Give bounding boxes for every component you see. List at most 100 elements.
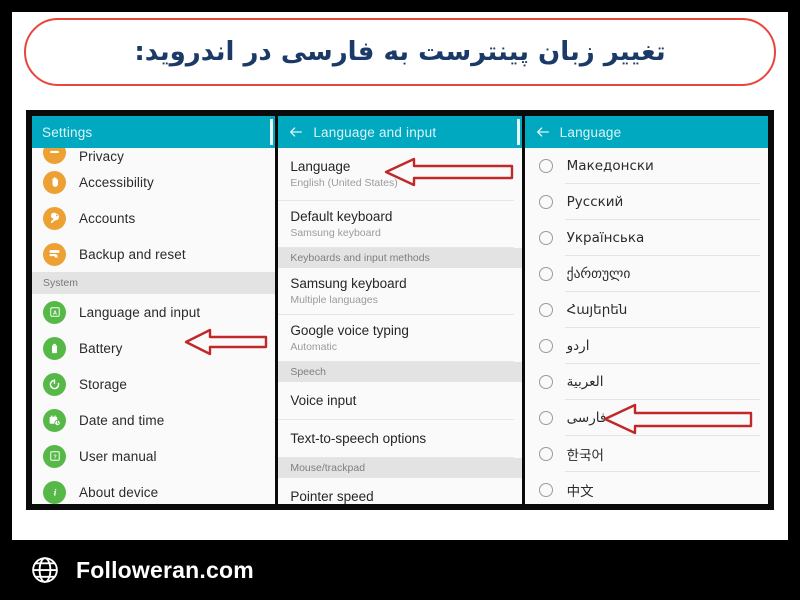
sidebar-item-label: About device — [79, 484, 159, 500]
settings-section-header: System — [32, 272, 276, 294]
sidebar-item-battery[interactable]: Battery — [32, 330, 275, 366]
radio-icon[interactable] — [538, 267, 553, 281]
language-option-armenian[interactable]: Հայերեն — [525, 292, 768, 328]
section-header-speech: Speech — [278, 362, 522, 382]
sidebar-item-label: Date and time — [79, 412, 165, 428]
title-banner: تغییر زبان پینترست به فارسی در اندروید: — [24, 18, 776, 86]
language-input-appbar-title: Language and input — [313, 124, 437, 140]
sidebar-item-language-and-input[interactable]: A Language and input — [32, 294, 275, 330]
language-option-ukrainska[interactable]: Українська — [525, 220, 768, 256]
section-header-mouse-trackpad: Mouse/trackpad — [278, 458, 522, 478]
radio-icon[interactable] — [538, 231, 553, 245]
radio-icon[interactable] — [538, 483, 553, 497]
list-item-default-keyboard[interactable]: Default keyboard Samsung keyboard — [278, 201, 514, 248]
language-option-georgian[interactable]: ქართული — [525, 256, 768, 292]
date-time-icon — [43, 408, 66, 432]
language-list[interactable]: Македонски Русский Українська ქართული Հա… — [524, 148, 768, 504]
accounts-key-icon — [43, 206, 66, 230]
svg-text:i: i — [53, 488, 56, 499]
battery-icon — [43, 336, 66, 360]
list-item-title: Samsung keyboard — [290, 276, 407, 291]
list-item-title: Pointer speed — [290, 489, 374, 504]
language-label: Македонски — [566, 158, 654, 174]
sidebar-item-label: Privacy — [79, 149, 124, 164]
radio-icon[interactable] — [538, 303, 553, 317]
sidebar-item-label: Language and input — [79, 304, 201, 320]
list-item-subtitle: Automatic — [290, 341, 338, 353]
sidebar-item-accessibility[interactable]: Accessibility — [32, 164, 275, 200]
scrollbar-indicator[interactable] — [270, 119, 274, 145]
phone-panel-language-list: Language Македонски Русский Українська ქ… — [524, 116, 768, 504]
language-option-urdu[interactable]: اردو — [525, 328, 768, 364]
list-item-voice-input[interactable]: Voice input — [278, 382, 514, 420]
language-label: Українська — [566, 230, 645, 246]
sidebar-item-date-and-time[interactable]: Date and time — [32, 402, 275, 438]
list-item-title: Voice input — [290, 393, 357, 408]
brand-name: Followeran.com — [76, 556, 254, 583]
list-item-title: Google voice typing — [290, 323, 409, 338]
radio-icon[interactable] — [538, 195, 553, 209]
language-label: اردو — [566, 338, 590, 354]
svg-text:?: ? — [53, 454, 57, 460]
sidebar-item-label: Backup and reset — [79, 246, 186, 262]
language-label: Հայերեն — [566, 302, 628, 318]
user-manual-icon: ? — [43, 444, 66, 468]
language-input-list[interactable]: Language English (United States) Default… — [278, 148, 522, 504]
page-title: تغییر زبان پینترست به فارسی در اندروید: — [134, 37, 666, 67]
language-label: ქართული — [566, 266, 631, 282]
language-label: Русский — [566, 194, 624, 210]
phone-panel-settings: Settings Privacy Accessibility Accounts … — [32, 116, 279, 504]
storage-icon — [43, 372, 66, 396]
globe-icon — [30, 555, 60, 585]
radio-icon[interactable] — [538, 375, 553, 389]
language-option-chinese[interactable]: 中文 — [525, 472, 768, 504]
language-label: فارسی — [566, 410, 607, 426]
language-option-makedonski[interactable]: Македонски — [525, 148, 768, 184]
list-item-google-voice-typing[interactable]: Google voice typing Automatic — [278, 315, 514, 362]
privacy-icon — [43, 148, 66, 164]
language-label: 中文 — [566, 484, 594, 500]
language-option-farsi[interactable]: فارسی — [525, 400, 768, 436]
list-item-text-to-speech-options[interactable]: Text-to-speech options — [278, 420, 514, 458]
settings-appbar: Settings — [32, 116, 276, 148]
radio-icon[interactable] — [538, 159, 553, 173]
screenshot-stage: تغییر زبان پینترست به فارسی در اندروید: … — [0, 0, 800, 600]
sidebar-item-label: Battery — [79, 340, 123, 356]
list-item-pointer-speed[interactable]: Pointer speed — [278, 478, 513, 504]
sidebar-item-label: Accessibility — [79, 174, 154, 190]
sidebar-item-accounts[interactable]: Accounts — [32, 200, 275, 236]
radio-icon[interactable] — [538, 339, 553, 353]
sidebar-item-label: Accounts — [79, 210, 136, 226]
sidebar-item-label: User manual — [79, 448, 157, 464]
sidebar-item-privacy[interactable]: Privacy — [32, 148, 275, 164]
language-option-arabic[interactable]: العربية — [525, 364, 768, 400]
language-label: العربية — [566, 374, 604, 390]
list-item-subtitle: Multiple languages — [290, 294, 378, 306]
list-item-title: Text-to-speech options — [290, 431, 427, 446]
section-header-keyboards: Keyboards and input methods — [278, 248, 522, 268]
settings-appbar-title: Settings — [42, 124, 93, 140]
sidebar-item-backup-and-reset[interactable]: Backup and reset — [32, 236, 275, 272]
language-input-appbar: Language and input — [278, 116, 522, 148]
back-arrow-icon[interactable] — [535, 124, 551, 140]
footer-bar: Followeran.com — [0, 540, 800, 600]
sidebar-item-storage[interactable]: Storage — [32, 366, 275, 402]
sidebar-item-about-device[interactable]: i About device — [32, 474, 275, 504]
radio-icon[interactable] — [538, 447, 553, 461]
list-item-subtitle: Samsung keyboard — [290, 227, 381, 239]
sidebar-item-label: Storage — [79, 376, 127, 392]
list-item-samsung-keyboard[interactable]: Samsung keyboard Multiple languages — [278, 268, 514, 315]
list-item-title: Default keyboard — [290, 209, 393, 224]
settings-list[interactable]: Privacy Accessibility Accounts Backup an… — [32, 148, 276, 504]
language-option-russkiy[interactable]: Русский — [525, 184, 768, 220]
language-option-korean[interactable]: 한국어 — [525, 436, 768, 472]
language-appbar: Language — [524, 116, 768, 148]
radio-icon[interactable] — [538, 411, 553, 425]
scrollbar-indicator[interactable] — [516, 119, 520, 145]
sidebar-item-user-manual[interactable]: ? User manual — [32, 438, 275, 474]
about-device-icon: i — [43, 480, 66, 504]
screenshot-strip: Settings Privacy Accessibility Accounts … — [26, 110, 774, 510]
accessibility-hand-icon — [43, 170, 66, 194]
back-arrow-icon[interactable] — [288, 124, 304, 140]
list-item-language[interactable]: Language English (United States) — [278, 148, 514, 201]
